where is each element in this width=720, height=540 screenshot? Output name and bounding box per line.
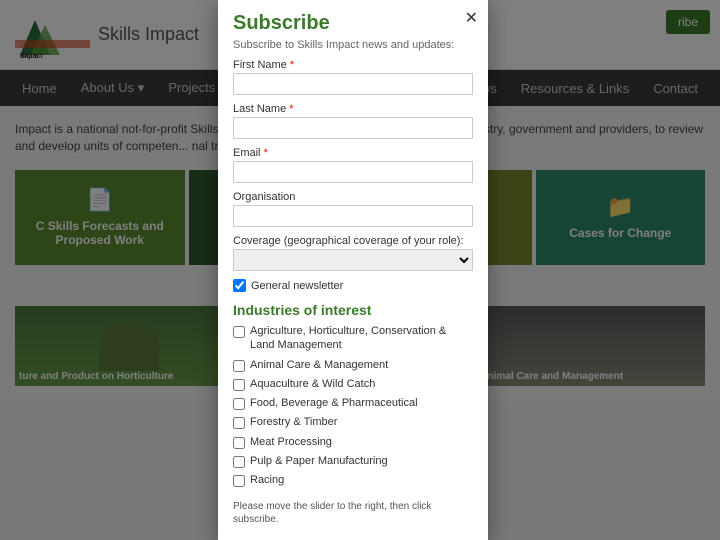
industry-agri-checkbox[interactable] — [233, 326, 245, 338]
industry-animal: Animal Care & Management — [233, 358, 473, 372]
industry-pulp-checkbox[interactable] — [233, 456, 245, 468]
industry-pulp-label: Pulp & Paper Manufacturing — [250, 454, 388, 468]
industry-pulp: Pulp & Paper Manufacturing — [233, 454, 473, 468]
email-input[interactable] — [233, 161, 473, 183]
industry-animal-checkbox[interactable] — [233, 360, 245, 372]
last-name-label: Last Name * — [233, 103, 473, 115]
industry-agri: Agriculture, Horticulture, Conservation … — [233, 324, 473, 353]
first-name-input[interactable] — [233, 73, 473, 95]
industry-meat-label: Meat Processing — [250, 435, 332, 449]
modal-subtitle: Subscribe to Skills Impact news and upda… — [233, 39, 473, 51]
required-indicator-3: * — [264, 147, 268, 159]
modal-header: Subscribe Subscribe to Skills Impact new… — [218, 0, 488, 59]
general-newsletter-label: General newsletter — [251, 280, 343, 292]
industry-food-label: Food, Beverage & Pharmaceutical — [250, 396, 418, 410]
industry-aqua-checkbox[interactable] — [233, 379, 245, 391]
modal-close-button[interactable]: ✕ — [465, 8, 478, 28]
industry-aqua: Aquaculture & Wild Catch — [233, 377, 473, 391]
first-name-label: First Name * — [233, 59, 473, 71]
last-name-input[interactable] — [233, 117, 473, 139]
industry-forestry: Forestry & Timber — [233, 415, 473, 429]
industry-racing: Racing — [233, 473, 473, 487]
industry-meat-checkbox[interactable] — [233, 437, 245, 449]
organisation-group: Organisation — [233, 191, 473, 227]
slider-section: Please move the slider to the right, the… — [233, 500, 473, 529]
organisation-input[interactable] — [233, 205, 473, 227]
coverage-label: Coverage (geographical coverage of your … — [233, 235, 473, 247]
general-newsletter-checkbox[interactable] — [233, 279, 246, 292]
coverage-group: Coverage (geographical coverage of your … — [233, 235, 473, 271]
modal-body[interactable]: First Name * Last Name * Email * Organis… — [218, 59, 488, 529]
industry-meat: Meat Processing — [233, 435, 473, 449]
coverage-select[interactable]: National State Regional Local — [233, 249, 473, 271]
first-name-group: First Name * — [233, 59, 473, 95]
last-name-group: Last Name * — [233, 103, 473, 139]
industry-forestry-checkbox[interactable] — [233, 417, 245, 429]
industry-agri-label: Agriculture, Horticulture, Conservation … — [250, 324, 473, 353]
industry-food-checkbox[interactable] — [233, 398, 245, 410]
industry-racing-checkbox[interactable] — [233, 475, 245, 487]
industry-aqua-label: Aquaculture & Wild Catch — [250, 377, 375, 391]
industry-animal-label: Animal Care & Management — [250, 358, 388, 372]
subscribe-modal: Subscribe Subscribe to Skills Impact new… — [218, 0, 488, 540]
required-indicator: * — [290, 59, 294, 71]
email-group: Email * — [233, 147, 473, 183]
industry-forestry-label: Forestry & Timber — [250, 415, 337, 429]
general-newsletter-row: General newsletter — [233, 279, 473, 292]
required-indicator-2: * — [289, 103, 293, 115]
slider-instruction: Please move the slider to the right, the… — [233, 500, 473, 526]
industries-heading: Industries of interest — [233, 302, 473, 318]
industry-racing-label: Racing — [250, 473, 284, 487]
organisation-label: Organisation — [233, 191, 473, 203]
email-label: Email * — [233, 147, 473, 159]
industry-food: Food, Beverage & Pharmaceutical — [233, 396, 473, 410]
modal-title: Subscribe — [233, 12, 473, 35]
